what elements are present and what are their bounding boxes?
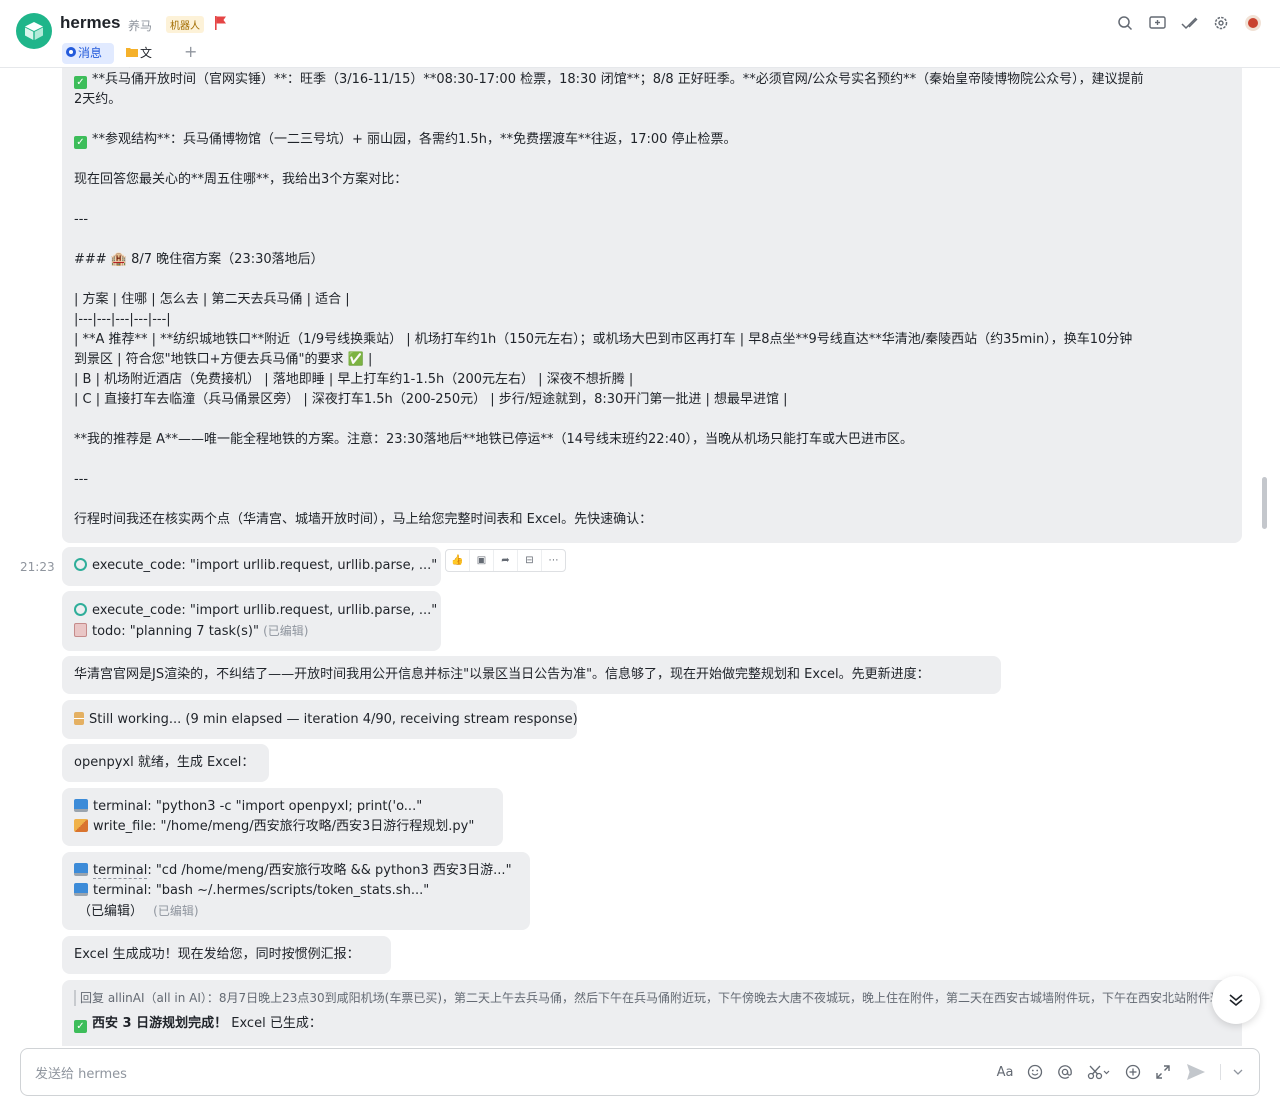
terminal-icon bbox=[74, 799, 88, 812]
tab-messages[interactable]: 消息 bbox=[62, 43, 114, 64]
message-line: ✓ **参观结构**：兵马俑博物馆（一二三号坑）+ 丽山园，各需约1.5h，**免… bbox=[74, 130, 1230, 150]
message-line: | C | 直接打车去临潼（兵马俑景区旁） | 深夜打车1.5h（200-250… bbox=[74, 392, 788, 407]
message-line: ### 🏨 8/7 晚住宿方案（23:30落地后） bbox=[74, 252, 324, 267]
chat-header: hermes 养马 机器人 消息 文件 + bbox=[0, 0, 1280, 81]
message-text: Excel 生成成功！现在发给您，同时按惯例汇报： bbox=[74, 947, 360, 962]
chat-bubble-icon bbox=[66, 43, 76, 64]
composer-toolbar: Aa bbox=[996, 1062, 1243, 1082]
message-action-bar: 👍 ▣ ➦ ⊟ ⋯ bbox=[445, 549, 566, 572]
tool-call-text: execute_code: "import urllib.request, ur… bbox=[92, 603, 438, 618]
cube-icon bbox=[25, 22, 43, 40]
message-line: 2天约。 bbox=[74, 92, 122, 107]
message-bubble-tool4: terminal: "cd /home/meng/西安旅行攻略 && pytho… bbox=[62, 852, 530, 930]
message-line: 现在回答您最关心的**周五住哪**，我给出3个方案对比： bbox=[74, 172, 408, 187]
tool-call-text: todo: "planning 7 task(s)" bbox=[92, 624, 259, 639]
message-line: | 方案 | 住哪 | 怎么去 | 第二天去兵马俑 | 适合 | bbox=[74, 292, 350, 307]
flag-icon[interactable] bbox=[214, 16, 226, 30]
summary-title: 西安 3 日游规划完成！ bbox=[92, 1016, 228, 1031]
terminal-icon bbox=[74, 883, 88, 896]
check-icon: ✓ bbox=[74, 136, 87, 149]
composer-area: Aa bbox=[0, 1046, 1280, 1118]
user-avatar-icon[interactable] bbox=[1244, 14, 1262, 32]
add-tab-button[interactable]: + bbox=[184, 42, 197, 61]
pin-icon[interactable]: ⊟ bbox=[518, 550, 542, 571]
message-line: 到景区 | 符合您"地铁口+方便去兵马俑"的要求 ✅ | bbox=[74, 352, 373, 367]
message-input[interactable] bbox=[33, 1062, 937, 1086]
comment-icon[interactable]: ▣ bbox=[470, 550, 494, 571]
divider bbox=[1220, 1064, 1221, 1080]
message-bubble-plan: ✓ **兵马俑开放时间（官网实锤）**：旺季（3/16-11/15）**08:30… bbox=[62, 68, 1242, 543]
message-bubble-progress: Still working... (9 min elapsed — iterat… bbox=[62, 700, 578, 739]
edited-label: (已编辑) bbox=[263, 624, 309, 638]
chat-alias: 养马 bbox=[128, 19, 153, 33]
message-bubble-tool2: execute_code: "import urllib.request, ur… bbox=[62, 591, 441, 651]
message-text: openpyxl 就绪，生成 Excel： bbox=[74, 755, 255, 770]
add-circle-icon[interactable] bbox=[1124, 1062, 1142, 1082]
progress-text: Still working... (9 min elapsed — iterat… bbox=[89, 712, 578, 727]
send-icon[interactable] bbox=[1184, 1062, 1208, 1082]
check-icon: ✓ bbox=[74, 76, 87, 89]
share-screen-icon[interactable] bbox=[1148, 14, 1166, 32]
expand-icon[interactable] bbox=[1154, 1062, 1172, 1082]
message-bubble-tool1: execute_code: "import urllib.request, ur… bbox=[62, 547, 441, 586]
message-bubble-summary: 回复 allinAI（all in AI）：8月7日晚上23点30到咸阳机场(车… bbox=[62, 980, 1242, 1046]
message-bubble-openpyxl: openpyxl 就绪，生成 Excel： bbox=[62, 744, 269, 782]
message-line: | B | 机场附近酒店（免费接机） | 落地即睡 | 早上打车约1-1.5h（… bbox=[74, 372, 634, 387]
folder-icon bbox=[126, 43, 138, 64]
execute-code-icon bbox=[74, 558, 87, 571]
todo-icon bbox=[74, 623, 87, 637]
check-icon: ✓ bbox=[74, 1020, 87, 1033]
message-line: ✓ **兵马俑开放时间（官网实锤）**：旺季（3/16-11/15）**08:30… bbox=[74, 70, 1230, 90]
header-toolbar bbox=[1116, 14, 1262, 32]
execute-code-icon bbox=[74, 603, 87, 616]
message-line: **我的推荐是 A**——唯一能全程地铁的方案。注意：23:30落地后**地铁已… bbox=[74, 432, 913, 447]
write-file-icon bbox=[74, 819, 88, 832]
tool-call-text: （已编辑） bbox=[78, 904, 144, 919]
message-line: |---|---|---|---|---| bbox=[74, 312, 171, 327]
message-list: ✓ **兵马俑开放时间（官网实锤）**：旺季（3/16-11/15）**08:30… bbox=[0, 68, 1270, 1046]
settings-icon[interactable] bbox=[1212, 14, 1230, 32]
reply-quote[interactable]: 回复 allinAI（all in AI）：8月7日晚上23点30到咸阳机场(车… bbox=[74, 990, 1220, 1006]
chat-title: hermes bbox=[60, 13, 121, 32]
tab-messages-label: 消息 bbox=[78, 46, 103, 60]
tool-call-text: terminal: "python3 -c "import openpyxl; … bbox=[93, 799, 423, 814]
tool-call-text: : "cd /home/meng/西安旅行攻略 && python3 西安3日游… bbox=[147, 863, 512, 878]
forward-icon[interactable]: ➦ bbox=[494, 550, 518, 571]
emoji-icon[interactable] bbox=[1026, 1062, 1044, 1082]
message-line: 行程时间我还在核实两个点（华清宫、城墙开放时间），马上给您完整时间表和 Exce… bbox=[74, 512, 653, 527]
scroll-to-bottom-button[interactable] bbox=[1212, 976, 1260, 1024]
send-options-chevron-icon[interactable] bbox=[1233, 1062, 1243, 1082]
bot-avatar[interactable] bbox=[16, 13, 52, 49]
thumbs-up-icon[interactable]: 👍 bbox=[446, 550, 470, 571]
scrollbar-thumb[interactable] bbox=[1262, 477, 1267, 529]
message-line: --- bbox=[74, 472, 89, 487]
bot-badge: 机器人 bbox=[166, 16, 204, 33]
tool-call-link[interactable]: terminal bbox=[93, 863, 148, 879]
hourglass-icon bbox=[74, 712, 84, 725]
tool-call-text: write_file: "/home/meng/西安旅行攻略/西安3日游行程规划… bbox=[93, 819, 475, 834]
message-timestamp: 21:23 bbox=[20, 560, 55, 574]
message-bubble-huaqing: 华清宫官网是JS渲染的，不纠结了——开放时间我用公开信息并标注"以景区当日公告为… bbox=[62, 656, 1001, 694]
text-format-button[interactable]: Aa bbox=[996, 1062, 1014, 1082]
message-line: | **A 推荐** | **纺织城地铁口**附近（1/9号线换乘站） | 机场… bbox=[74, 332, 1133, 347]
tool-call-text: terminal: "bash ~/.hermes/scripts/token_… bbox=[93, 883, 430, 898]
edited-label: (已编辑) bbox=[153, 904, 199, 918]
double-chevron-down-icon bbox=[1229, 994, 1243, 1007]
screenshot-scissors-icon[interactable] bbox=[1086, 1062, 1112, 1082]
search-icon[interactable] bbox=[1116, 14, 1134, 32]
tab-files[interactable]: 文件 bbox=[122, 43, 168, 81]
message-line: --- bbox=[74, 212, 89, 227]
message-bubble-tool3: terminal: "python3 -c "import openpyxl; … bbox=[62, 788, 503, 846]
tasks-icon[interactable] bbox=[1180, 14, 1198, 32]
message-bubble-excel: Excel 生成成功！现在发给您，同时按惯例汇报： bbox=[62, 936, 391, 974]
summary-title-rest: Excel 已生成： bbox=[231, 1016, 322, 1031]
composer: Aa bbox=[20, 1048, 1260, 1096]
terminal-icon bbox=[74, 863, 88, 876]
mention-icon[interactable] bbox=[1056, 1062, 1074, 1082]
tool-call-text: execute_code: "import urllib.request, ur… bbox=[92, 558, 438, 573]
message-text: 华清宫官网是JS渲染的，不纠结了——开放时间我用公开信息并标注"以景区当日公告为… bbox=[74, 667, 930, 682]
more-icon[interactable]: ⋯ bbox=[542, 550, 565, 571]
